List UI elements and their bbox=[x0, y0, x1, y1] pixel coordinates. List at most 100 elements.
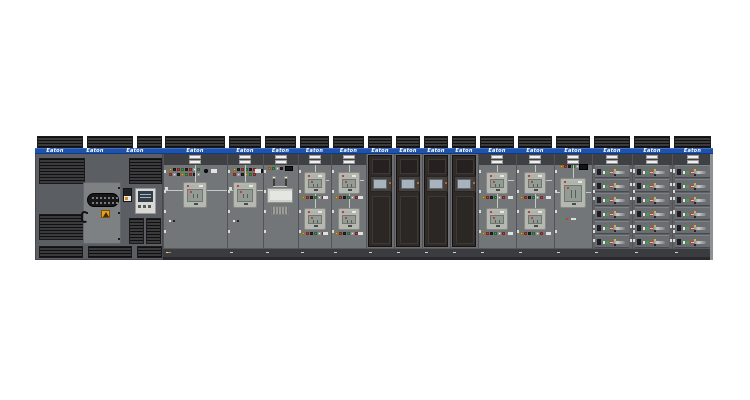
connector-pin bbox=[108, 197, 110, 199]
drawer-breaker-toggle bbox=[597, 211, 601, 217]
drawer-led bbox=[686, 227, 689, 230]
drawer-breaker-toggle bbox=[597, 169, 601, 175]
hmi-screen bbox=[401, 179, 415, 189]
drawer-handle-stem bbox=[650, 242, 653, 243]
hinge-latch bbox=[299, 170, 301, 173]
breaker-racking-port bbox=[496, 189, 500, 191]
base-tick bbox=[369, 252, 372, 253]
breaker-face bbox=[342, 215, 356, 224]
indicator-led bbox=[498, 196, 501, 199]
breaker-status-dot bbox=[311, 181, 313, 183]
louver-vent bbox=[88, 246, 132, 258]
io-module bbox=[123, 188, 132, 202]
aux-led bbox=[562, 218, 564, 220]
connector-pin bbox=[104, 197, 106, 199]
breaker-face bbox=[490, 215, 504, 224]
hinge-latch bbox=[593, 190, 595, 193]
drawer-handle bbox=[653, 213, 665, 216]
breaker-racking-port bbox=[314, 189, 318, 191]
drawer-handle-stem bbox=[610, 172, 613, 173]
base-tick bbox=[519, 252, 522, 253]
connector-pin bbox=[100, 202, 102, 204]
vent-block bbox=[333, 136, 364, 148]
indicator-led bbox=[568, 165, 571, 168]
drawer-breaker-toggle bbox=[637, 239, 641, 245]
indicator-led bbox=[502, 196, 505, 199]
brand-logo: Eaton bbox=[526, 149, 543, 154]
drawer-handle-stem bbox=[610, 186, 613, 187]
louver-vent bbox=[137, 246, 162, 258]
door-lower-panel bbox=[372, 196, 390, 244]
door-vent-handle bbox=[275, 160, 287, 164]
drawer-breaker-toggle bbox=[677, 197, 681, 203]
hinge-latch bbox=[228, 190, 230, 193]
drawer-led bbox=[603, 241, 605, 244]
hinge-latch bbox=[332, 230, 334, 233]
breaker-slot bbox=[193, 194, 194, 198]
door-vent-handle bbox=[529, 155, 541, 159]
mcc-drawer bbox=[635, 207, 669, 220]
breaker-unit bbox=[183, 182, 207, 208]
indicator-led bbox=[249, 173, 252, 176]
vent-block bbox=[424, 136, 448, 148]
base-tick bbox=[481, 252, 484, 253]
connector-pin bbox=[104, 202, 106, 204]
drawer-handle bbox=[653, 227, 665, 230]
indicator-led bbox=[520, 196, 523, 199]
hinge-latch bbox=[164, 190, 166, 193]
indicator-led bbox=[280, 167, 283, 170]
hinge-latch bbox=[593, 230, 595, 233]
drawer-led bbox=[646, 213, 649, 216]
vent-block bbox=[300, 136, 329, 148]
indicator-label bbox=[508, 232, 513, 235]
drawer-latch bbox=[673, 239, 675, 242]
indicator-led bbox=[482, 232, 485, 235]
drawer-handle bbox=[653, 171, 665, 174]
mcc-drawer bbox=[635, 165, 669, 178]
door-vent-handle bbox=[606, 155, 618, 159]
breaker-status-dot bbox=[240, 191, 242, 193]
louver-vent bbox=[39, 214, 85, 240]
breaker-nameplate bbox=[578, 181, 582, 183]
breaker-trip-flag bbox=[490, 211, 492, 213]
hinge-latch bbox=[555, 230, 557, 233]
base-tick bbox=[557, 252, 560, 253]
hmi-screen bbox=[373, 179, 387, 189]
hinge-latch bbox=[555, 170, 557, 173]
breaker-nameplate bbox=[352, 175, 356, 177]
indicator-label bbox=[323, 196, 328, 199]
indicator-label bbox=[211, 169, 217, 173]
indicator-led bbox=[177, 168, 180, 171]
door-top-panel bbox=[400, 159, 418, 174]
base-tick bbox=[425, 252, 428, 253]
hinge-latch bbox=[332, 210, 334, 213]
aux-led bbox=[233, 220, 235, 222]
indicator-led bbox=[536, 196, 539, 199]
connector-pin bbox=[92, 197, 94, 199]
drawer-led bbox=[603, 213, 605, 216]
breaker-status-dot bbox=[190, 191, 192, 193]
indicator-label bbox=[358, 196, 363, 199]
hinge-latch bbox=[332, 190, 334, 193]
hinge-latch bbox=[479, 170, 481, 173]
hmi-screen bbox=[457, 179, 471, 189]
breaker-face bbox=[308, 215, 322, 224]
mcc-drawer bbox=[635, 193, 669, 206]
breaker-slot bbox=[313, 184, 314, 187]
meter-display bbox=[285, 166, 293, 171]
brand-logo: Eaton bbox=[684, 149, 701, 154]
section-control-door-1 bbox=[366, 136, 394, 260]
drawer-latch bbox=[593, 197, 595, 200]
hinge-latch bbox=[164, 230, 166, 233]
brand-logo: Eaton bbox=[455, 149, 472, 154]
vent-block bbox=[137, 136, 162, 148]
breaker-racking-port bbox=[244, 203, 248, 205]
drawer-latch bbox=[673, 169, 675, 172]
mcc-drawer bbox=[635, 179, 669, 192]
vent-block bbox=[87, 136, 133, 148]
brand-logo: Eaton bbox=[399, 149, 416, 154]
mcc-drawer bbox=[675, 207, 710, 220]
drawer-handle-stem bbox=[650, 228, 653, 229]
drawer-breaker-toggle bbox=[597, 239, 601, 245]
indicator-led bbox=[314, 196, 317, 199]
